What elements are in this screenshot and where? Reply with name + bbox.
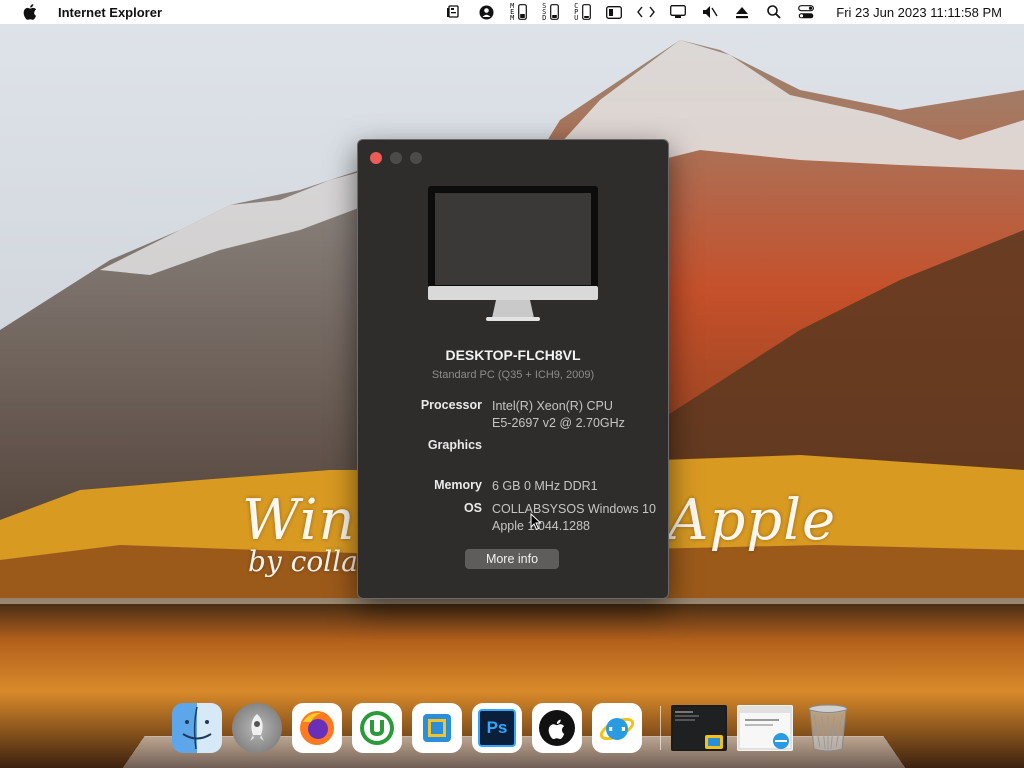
cpu-label: CPU [574, 2, 579, 22]
window-controls [370, 152, 422, 164]
apple-menu-icon[interactable] [22, 4, 38, 20]
memory-value: 6 GB 0 MHz DDR1 [492, 479, 598, 493]
code-icon[interactable] [636, 3, 656, 21]
wallpaper-text-right: Apple [668, 488, 837, 553]
menu-clock[interactable]: Fri 23 Jun 2023 11:11:58 PM [836, 5, 1002, 20]
more-info-button[interactable]: More info [465, 549, 559, 569]
apple-logo-icon [539, 710, 575, 746]
control-center-icon[interactable] [796, 3, 816, 21]
mouse-cursor-icon [530, 513, 542, 531]
mem-label: MEM [510, 2, 515, 22]
dock-minimized-desktop[interactable] [671, 705, 727, 751]
ssd-label: SSD [542, 2, 547, 22]
os-value-line1: COLLABSYSOS Windows 10 [492, 502, 656, 516]
dock-apple[interactable] [532, 703, 582, 753]
memory-monitor-icon[interactable]: MEM [508, 2, 528, 22]
display-icon[interactable] [668, 3, 688, 21]
network-monitor-icon[interactable] [444, 3, 464, 21]
firefox-icon [300, 711, 334, 745]
graphics-label: Graphics [427, 438, 482, 452]
finder-icon [182, 706, 212, 750]
zoom-button[interactable] [410, 152, 422, 164]
dock-internet-explorer[interactable] [592, 703, 642, 753]
internet-explorer-icon [599, 717, 635, 741]
search-icon[interactable] [764, 3, 784, 21]
files-icon [423, 714, 451, 742]
dock-files[interactable] [412, 703, 462, 753]
browser-thumbnail-icon [738, 706, 792, 750]
processor-value-line1: Intel(R) Xeon(R) CPU [492, 399, 613, 413]
os-value: COLLABSYSOS Windows 10 Apple 1.044.1288 [492, 501, 656, 535]
processor-value-line2: E5-2697 v2 @ 2.70GHz [492, 416, 625, 430]
wallpaper-text-sub: by colla [248, 545, 358, 578]
eject-icon[interactable] [732, 3, 752, 21]
imac-icon [428, 186, 598, 321]
about-this-computer-window: DESKTOP-FLCH8VL Standard PC (Q35 + ICH9,… [357, 139, 669, 599]
os-value-line2: Apple 1.044.1288 [492, 519, 591, 533]
mute-icon[interactable] [700, 3, 720, 21]
processor-value: Intel(R) Xeon(R) CPU E5-2697 v2 @ 2.70GH… [492, 398, 625, 432]
status-area: MEM SSD CPU Fri 23 Jun 2023 11:11:58 PM [438, 0, 1024, 24]
rocket-icon [250, 714, 264, 741]
dock: Ps [172, 702, 863, 754]
minimize-button[interactable] [390, 152, 402, 164]
dock-firefox[interactable] [292, 703, 342, 753]
dock-launchpad[interactable] [232, 703, 282, 753]
trash-icon [808, 704, 848, 752]
memory-label: Memory [434, 478, 482, 492]
utorrent-icon [360, 711, 394, 745]
wallpaper-text-left: Win [242, 488, 356, 553]
cpu-monitor-icon[interactable]: CPU [572, 2, 592, 22]
window-thumbnail-icon [673, 707, 725, 749]
user-icon[interactable] [476, 3, 496, 21]
dock-separator [660, 706, 661, 750]
computer-name: DESKTOP-FLCH8VL [445, 347, 581, 363]
dock-minimized-ie[interactable] [737, 705, 793, 751]
active-app-name[interactable]: Internet Explorer [58, 5, 162, 20]
dock-finder[interactable] [172, 703, 222, 753]
photoshop-icon: Ps [478, 709, 516, 747]
dock-trash[interactable] [803, 703, 853, 753]
processor-label: Processor [420, 398, 482, 412]
close-button[interactable] [370, 152, 382, 164]
computer-model: Standard PC (Q35 + ICH9, 2009) [431, 369, 595, 381]
menu-bar: Internet Explorer MEM SSD CPU Fri 23 Jun… [0, 0, 1024, 24]
dock-utorrent[interactable] [352, 703, 402, 753]
window-switch-icon[interactable] [604, 3, 624, 21]
os-label: OS [463, 501, 482, 515]
dock-photoshop[interactable]: Ps [472, 703, 522, 753]
ssd-monitor-icon[interactable]: SSD [540, 2, 560, 22]
